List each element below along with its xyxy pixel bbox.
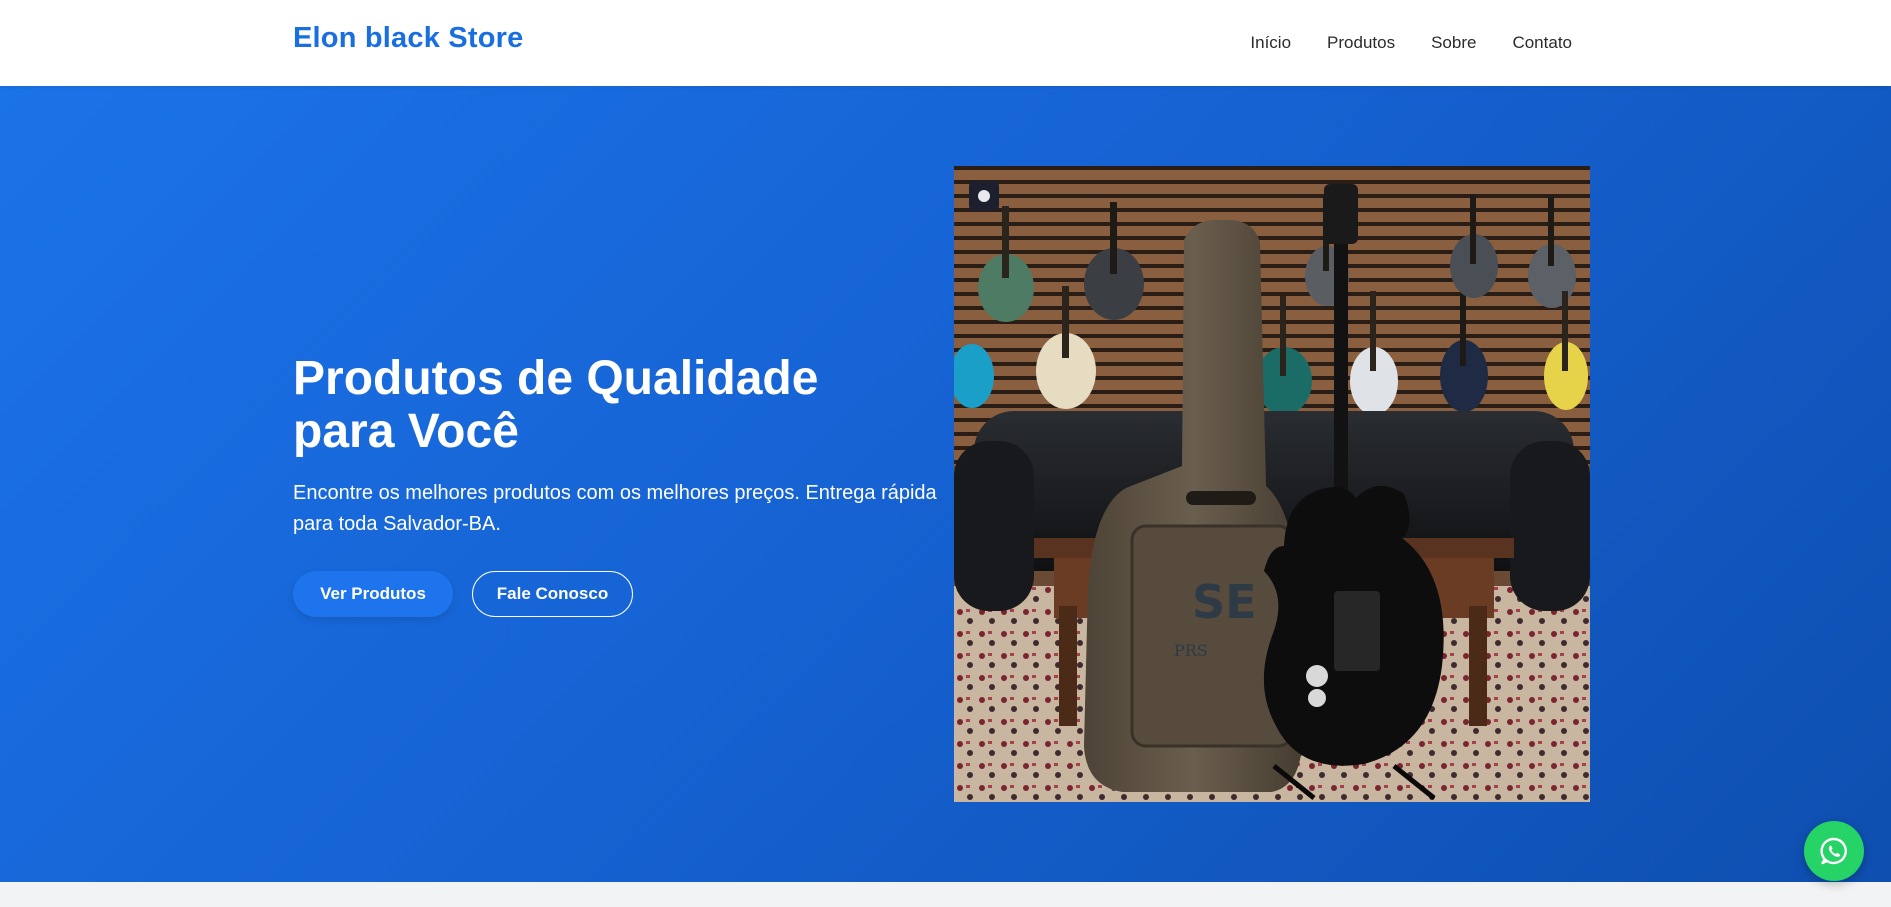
nav-link-contato[interactable]: Contato xyxy=(1512,33,1572,53)
contact-us-button[interactable]: Fale Conosco xyxy=(472,571,633,617)
hero-title: Produtos de Qualidade para Você xyxy=(293,352,819,458)
site-header: Elon black Store Início Produtos Sobre C… xyxy=(0,0,1891,86)
whatsapp-button[interactable] xyxy=(1804,821,1864,881)
nav-link-sobre[interactable]: Sobre xyxy=(1431,33,1476,53)
main-nav: Início Produtos Sobre Contato xyxy=(1250,0,1572,86)
hero-subtitle: Encontre os melhores produtos com os mel… xyxy=(293,482,937,535)
hero-section: Produtos de Qualidade para Você Encontre… xyxy=(0,86,1891,882)
nav-link-inicio[interactable]: Início xyxy=(1250,33,1291,53)
case-logo-text: SE xyxy=(1192,575,1257,629)
whatsapp-icon xyxy=(1820,837,1847,865)
nav-link-produtos[interactable]: Produtos xyxy=(1327,33,1395,53)
hero-product-photo: SE PRS xyxy=(954,166,1590,802)
view-products-button[interactable]: Ver Produtos xyxy=(293,571,453,617)
case-sublogo-text: PRS xyxy=(1174,641,1208,660)
brand-logo[interactable]: Elon black Store xyxy=(293,22,523,55)
